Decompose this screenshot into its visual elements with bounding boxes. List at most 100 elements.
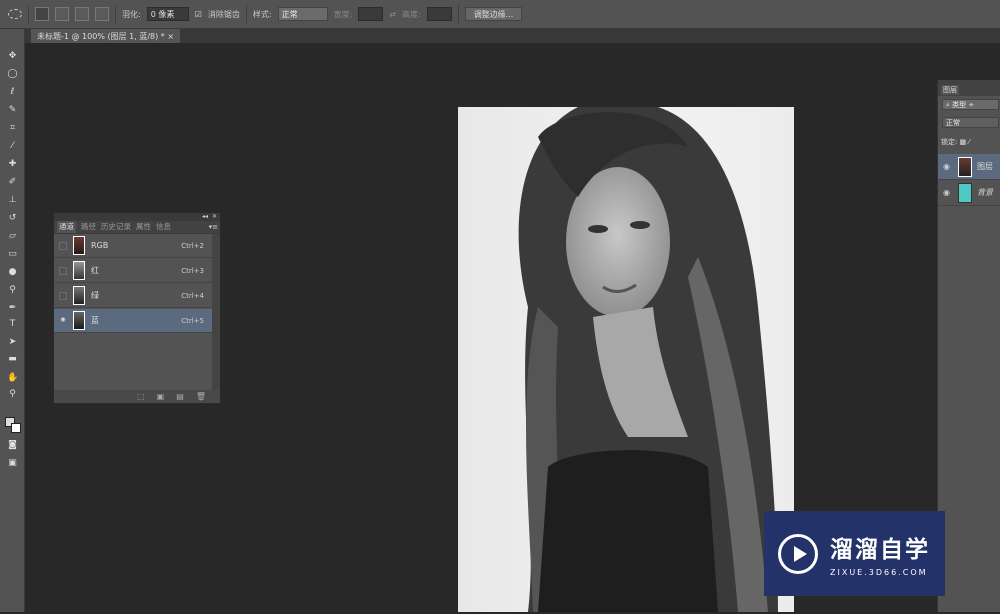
filter-value: 类型 [952, 101, 967, 109]
refine-edge-button[interactable]: 调整边缘... [464, 7, 523, 21]
zoom-tool-icon[interactable]: ⚲ [7, 389, 18, 399]
brush-tool-icon[interactable]: ✐ [7, 177, 18, 187]
screen-mode-icon[interactable]: ▣ [7, 458, 18, 468]
layer-row[interactable]: ◉ 图层 [938, 154, 1000, 180]
portrait-photo [518, 107, 778, 612]
marquee-tool-icon[interactable]: ◯ [7, 69, 18, 79]
channel-thumbnail [73, 311, 85, 330]
layer-thumbnail [958, 182, 972, 203]
antialias-label: 消除锯齿 [207, 9, 240, 19]
channel-shortcut: Ctrl+4 [181, 291, 204, 300]
document-canvas[interactable] [458, 107, 794, 612]
eyedropper-icon[interactable]: ⁄ [7, 141, 18, 151]
channel-thumbnail [73, 236, 85, 255]
load-selection-icon[interactable]: ⬚ [137, 392, 145, 401]
swap-icon[interactable]: ⇄ [389, 10, 396, 19]
play-logo-icon [778, 533, 818, 574]
quick-select-icon[interactable]: ✎ [7, 105, 18, 115]
channel-thumbnail [73, 286, 85, 305]
eye-icon[interactable]: ◉ [943, 162, 951, 171]
document-tab-bar: 未标题-1 @ 100% (图层 1, 蓝/8) * × [25, 29, 1000, 43]
background-color-swatch[interactable] [11, 423, 21, 433]
channel-list: RGB Ctrl+2 红 Ctrl+3 绿 Ctrl+4 ◉ 蓝 Ctrl+5 [54, 234, 212, 390]
stamp-tool-icon[interactable]: ⊥ [7, 195, 18, 205]
gradient-tool-icon[interactable]: ▭ [7, 249, 18, 259]
new-channel-icon[interactable]: ▤ [176, 392, 184, 401]
height-label: 高度: [401, 9, 421, 19]
layer-filter-select[interactable]: ⌕ 类型 ÷ [942, 99, 999, 110]
move-tool-icon[interactable]: ✥ [7, 51, 18, 61]
channel-name: 红 [91, 266, 99, 275]
panel-tabs: 通道 路径 历史记录 属性 信息 ▾≡ [54, 221, 220, 233]
hand-tool-icon[interactable]: ✋ [7, 373, 18, 383]
antialias-checkbox[interactable]: ☑ [195, 10, 202, 19]
eye-icon[interactable]: ◉ [59, 316, 67, 325]
close-panel-icon[interactable]: ✕ [212, 213, 217, 220]
type-tool-icon[interactable]: T [7, 319, 18, 329]
blur-tool-icon[interactable]: ● [7, 267, 18, 277]
history-brush-icon[interactable]: ↺ [7, 213, 18, 223]
crop-tool-icon[interactable]: ⌗ [7, 123, 18, 133]
visibility-toggle[interactable] [59, 241, 67, 250]
tab-info[interactable]: 信息 [156, 221, 171, 233]
feather-input[interactable]: 0 像素 [146, 7, 189, 21]
options-bar: 羽化: 0 像素 ☑ 消除锯齿 样式: 正常 宽度: ⇄ 高度: 调整边缘... [0, 0, 1000, 29]
subtract-selection-icon[interactable] [75, 7, 89, 21]
close-tab-icon[interactable]: × [167, 32, 174, 41]
channel-row-red[interactable]: 红 Ctrl+3 [54, 259, 212, 283]
panel-scrollbar[interactable] [212, 234, 220, 390]
toolbar: ✥ ◯ ℓ ✎ ⌗ ⁄ ✚ ✐ ⊥ ↺ ▱ ▭ ● ⚲ ✒ T ➤ ▬ ✋ ⚲ … [0, 29, 25, 612]
channel-name: RGB [91, 241, 109, 250]
healing-brush-icon[interactable]: ✚ [7, 159, 18, 169]
layer-row[interactable]: ◉ 背景 [938, 180, 1000, 206]
visibility-toggle[interactable] [59, 291, 67, 300]
shape-tool-icon[interactable]: ▬ [7, 354, 18, 364]
channel-thumbnail [73, 261, 85, 280]
pen-tool-icon[interactable]: ✒ [7, 303, 18, 313]
tab-channels[interactable]: 通道 [57, 221, 76, 233]
lock-label: 锁定: [941, 138, 958, 146]
path-select-icon[interactable]: ➤ [7, 337, 18, 347]
tab-history[interactable]: 历史记录 [101, 221, 131, 233]
dodge-tool-icon[interactable]: ⚲ [7, 285, 18, 295]
intersect-selection-icon[interactable] [95, 7, 109, 21]
eraser-icon[interactable]: ▱ [7, 231, 18, 241]
width-label: 宽度: [333, 9, 353, 19]
width-input[interactable] [358, 7, 384, 21]
delete-channel-icon[interactable]: 🗑 [196, 392, 206, 401]
channel-row-green[interactable]: 绿 Ctrl+4 [54, 284, 212, 308]
new-selection-icon[interactable] [35, 7, 49, 21]
lasso-tool-icon[interactable]: ℓ [7, 87, 18, 97]
watermark-brand: 溜溜自学 [830, 537, 930, 563]
tab-properties[interactable]: 属性 [136, 221, 151, 233]
channel-row-blue[interactable]: ◉ 蓝 Ctrl+5 [54, 309, 212, 333]
eye-icon[interactable]: ◉ [943, 188, 951, 197]
height-input[interactable] [426, 7, 452, 21]
layer-name: 背景 [977, 188, 993, 197]
panel-footer: ⬚ ▣ ▤ 🗑 [54, 390, 220, 403]
collapse-panel-icon[interactable]: ◂◂ [202, 213, 208, 220]
visibility-toggle[interactable] [59, 266, 67, 275]
style-select[interactable]: 正常 [277, 7, 328, 21]
blend-mode-select[interactable]: 正常 [942, 117, 999, 128]
layers-tab[interactable]: 图层 [941, 85, 959, 95]
channel-shortcut: Ctrl+3 [181, 266, 204, 275]
lock-row: 锁定: ▩ ⁄ [941, 137, 970, 147]
layers-panel: 图层 ⌕ 类型 ÷ 正常 锁定: ▩ ⁄ ◉ 图层 ◉ 背景 [937, 80, 1000, 612]
channels-panel: ◂◂ ✕ 通道 路径 历史记录 属性 信息 ▾≡ RGB Ctrl+2 红 Ctrl… [53, 212, 221, 404]
layer-thumbnail [958, 156, 972, 177]
marquee-tool-preset-icon[interactable] [8, 9, 22, 19]
add-selection-icon[interactable] [55, 7, 69, 21]
feather-label: 羽化: [122, 9, 141, 19]
document-tab[interactable]: 未标题-1 @ 100% (图层 1, 蓝/8) * × [31, 29, 181, 43]
watermark: 溜溜自学 ZIXUE.3D66.COM [764, 511, 945, 596]
lock-paint-icon[interactable]: ⁄ [968, 138, 969, 146]
quick-mask-icon[interactable]: ◙ [7, 440, 18, 450]
lock-pixels-icon[interactable]: ▩ [960, 138, 967, 146]
panel-menu-icon[interactable]: ▾≡ [209, 221, 218, 233]
style-label: 样式: [252, 9, 272, 19]
channel-name: 绿 [91, 291, 99, 300]
save-selection-icon[interactable]: ▣ [157, 392, 165, 401]
tab-paths[interactable]: 路径 [81, 221, 96, 233]
channel-row-rgb[interactable]: RGB Ctrl+2 [54, 234, 212, 258]
